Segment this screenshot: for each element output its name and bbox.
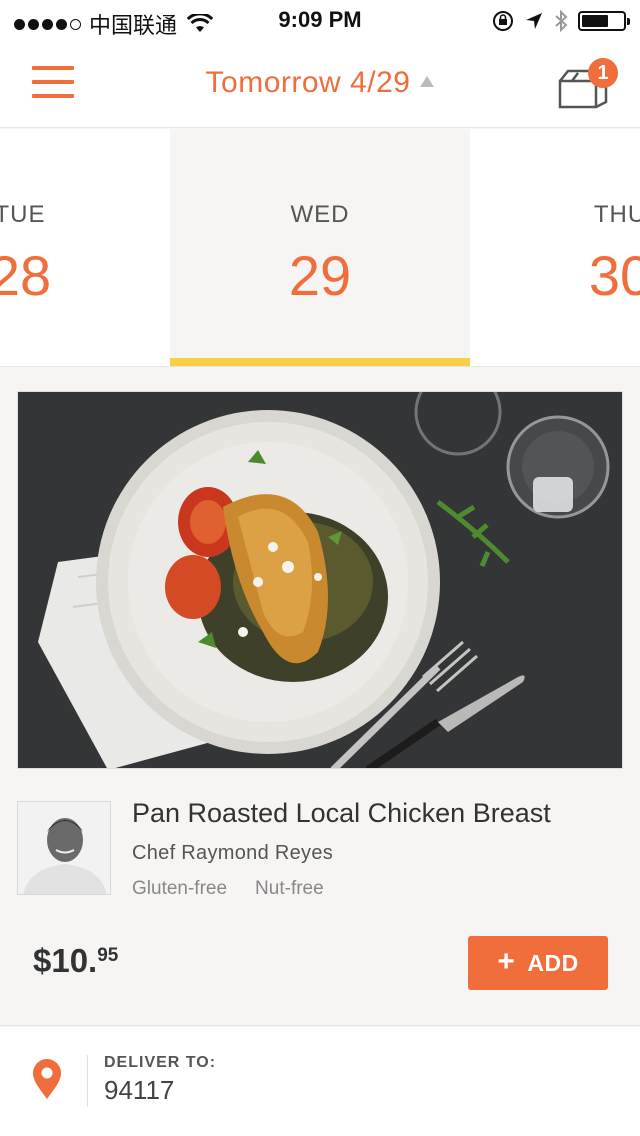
deliver-to-bar[interactable]: DELIVER TO: 94117: [0, 1027, 640, 1136]
date-tab-tue[interactable]: TUE 28: [0, 129, 170, 366]
nav-bar: Tomorrow 4/29 1: [0, 40, 640, 128]
date-tab-thu[interactable]: THU 30: [470, 129, 640, 366]
selected-indicator: [170, 358, 470, 366]
cart-button[interactable]: 1: [556, 58, 620, 114]
bluetooth-icon: [555, 9, 568, 33]
tag-nut-free: Nut-free: [255, 878, 324, 899]
day-number: 29: [288, 244, 352, 307]
delivery-zip: 94117: [104, 1075, 175, 1105]
chef-avatar: [17, 801, 111, 895]
price-cents: 95: [97, 945, 119, 966]
date-strip: TUE 28 WED 29 THU 30: [0, 129, 640, 367]
price-dollars: $10.: [33, 942, 98, 979]
add-label: ADD: [527, 949, 579, 976]
rotation-lock-icon: [493, 11, 513, 31]
map-pin-icon: [33, 1059, 61, 1099]
day-name: TUE: [0, 201, 46, 228]
status-right: [492, 9, 630, 33]
add-to-cart-button[interactable]: + ADD: [468, 936, 608, 990]
plus-icon: +: [497, 944, 516, 978]
battery-icon: [578, 11, 630, 31]
meal-info: Pan Roasted Local Chicken Breast Chef Ra…: [0, 770, 640, 1026]
cart-count-badge: 1: [588, 58, 618, 88]
tag-gluten-free: Gluten-free: [132, 878, 228, 899]
date-selector-label: Tomorrow 4/29: [205, 66, 411, 99]
chef-name[interactable]: Chef Raymond Reyes: [132, 842, 333, 865]
divider: [87, 1055, 88, 1107]
day-number: 28: [0, 244, 52, 307]
deliver-to-label: DELIVER TO:: [104, 1054, 217, 1071]
day-number: 30: [588, 244, 640, 307]
meal-image: [18, 392, 622, 768]
price: $10.95: [33, 942, 118, 980]
day-name: WED: [290, 201, 350, 228]
status-bar: 中国联通 9:09 PM: [0, 0, 640, 40]
caret-up-icon: [420, 75, 435, 87]
date-selector[interactable]: Tomorrow 4/29: [0, 66, 640, 100]
date-tab-wed[interactable]: WED 29: [170, 129, 470, 366]
location-arrow-icon: [526, 13, 542, 29]
diet-tags: Gluten-free Nut-free: [132, 878, 324, 900]
meal-photo[interactable]: [17, 391, 623, 769]
day-name: THU: [593, 201, 640, 228]
meal-name: Pan Roasted Local Chicken Breast: [132, 798, 551, 828]
